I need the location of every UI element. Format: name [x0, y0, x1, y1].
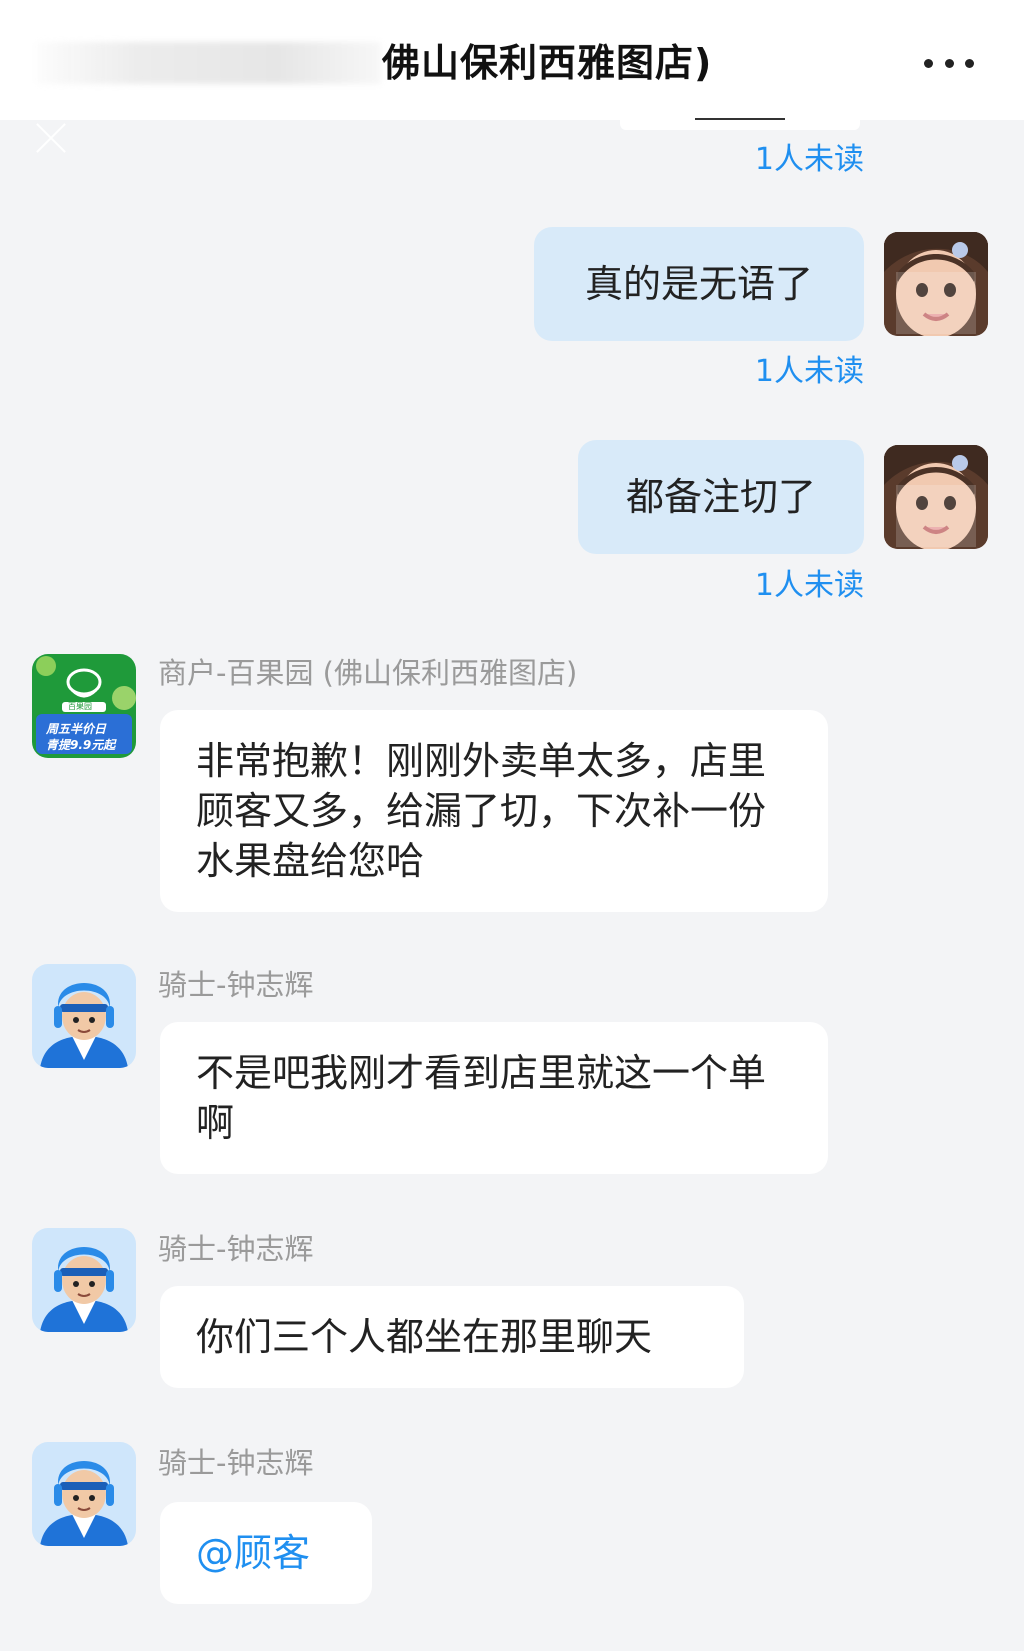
rider-avatar[interactable]	[32, 964, 136, 1068]
sender-name: 骑士-钟志辉	[158, 1232, 314, 1266]
rider-avatar[interactable]	[32, 1228, 136, 1332]
unread-status: 1人未读	[754, 354, 864, 389]
sender-name: 骑士-钟志辉	[158, 968, 314, 1002]
rider-avatar[interactable]	[32, 1442, 136, 1546]
unread-status: 1人未读	[754, 142, 864, 177]
logo-promo-text: 青提9.9元起	[46, 738, 116, 752]
child-face-icon	[884, 445, 988, 549]
incoming-message-bubble[interactable]: @顾客	[160, 1502, 372, 1604]
incoming-message-bubble[interactable]: 不是吧我刚才看到店里就这一个单啊	[160, 1022, 828, 1174]
message-text: 不是吧我刚才看到店里就这一个单啊	[196, 1051, 767, 1145]
chat-title: 佛山保利西雅图店)	[382, 41, 713, 85]
chat-header: 佛山保利西雅图店)	[0, 0, 1024, 120]
message-text: 你们三个人都坐在那里聊天	[196, 1315, 653, 1359]
logo-promo-text: 周五半价日	[46, 722, 107, 736]
logo-brand-text: 百果园	[68, 702, 92, 711]
more-dot-icon	[944, 58, 954, 68]
outgoing-message-bubble[interactable]: 都备注切了	[578, 440, 864, 554]
mention-link[interactable]: @顾客	[196, 1531, 310, 1575]
merchant-logo[interactable]: 百果园 周五半价日 青提9.9元起	[32, 654, 136, 758]
user-avatar[interactable]	[884, 445, 988, 549]
message-text: 非常抱歉！刚刚外卖单太多，店里顾客又多，给漏了切，下次补一份水果盘给您哈	[196, 739, 767, 883]
rider-helmet-icon	[32, 1442, 136, 1546]
blurred-title-prefix	[36, 42, 381, 84]
incoming-message-bubble[interactable]: 非常抱歉！刚刚外卖单太多，店里顾客又多，给漏了切，下次补一份水果盘给您哈	[160, 710, 828, 912]
more-options-button[interactable]	[924, 48, 974, 78]
rider-helmet-icon	[32, 1228, 136, 1332]
sender-name: 商户-百果园 (佛山保利西雅图店)	[158, 656, 578, 690]
child-face-icon	[884, 232, 988, 336]
user-avatar[interactable]	[884, 232, 988, 336]
more-dot-icon	[924, 58, 933, 68]
rider-helmet-icon	[32, 964, 136, 1068]
unread-status: 1人未读	[754, 568, 864, 603]
previous-image-message[interactable]	[620, 116, 860, 130]
sender-name: 骑士-钟志辉	[158, 1446, 314, 1480]
message-text: 都备注切了	[625, 475, 816, 519]
message-text: 真的是无语了	[584, 262, 813, 306]
outgoing-message-bubble[interactable]: 真的是无语了	[534, 227, 864, 341]
incoming-message-bubble[interactable]: 你们三个人都坐在那里聊天	[160, 1286, 744, 1388]
more-dot-icon	[965, 58, 974, 68]
close-icon[interactable]	[32, 118, 70, 156]
